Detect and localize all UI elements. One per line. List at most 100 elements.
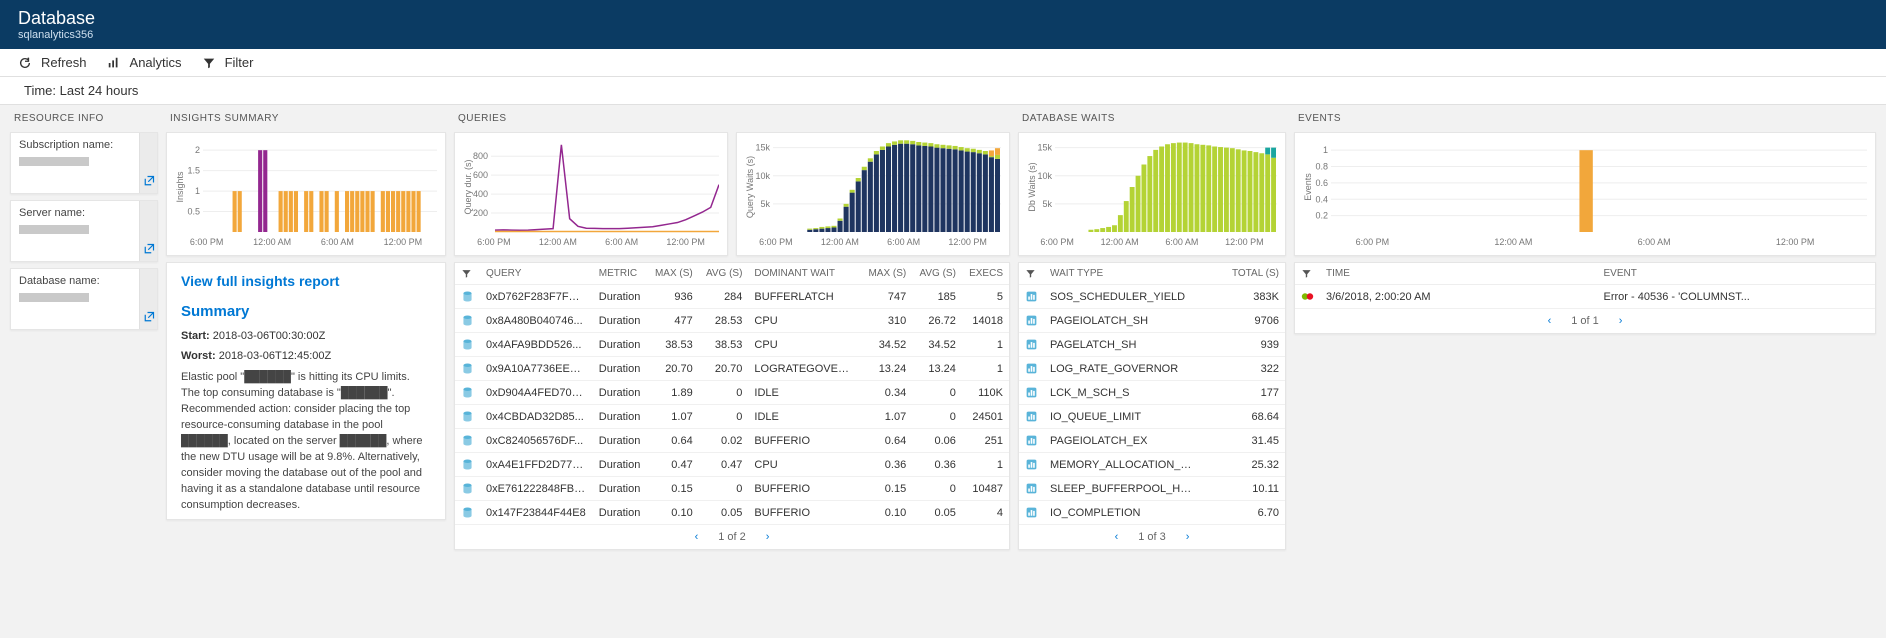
svg-text:Events: Events [1303,173,1313,201]
prev-page[interactable]: ‹ [695,531,699,543]
queries-pager: ‹ 1 of 2 › [455,525,1009,549]
insights-summary: View full insights report Summary Start:… [166,262,446,520]
start-label: Start: [181,330,210,342]
table-row[interactable]: 0xC824056576DF...Duration0.640.02BUFFERI… [455,429,1009,453]
svg-text:15k: 15k [1037,143,1052,153]
svg-text:1.5: 1.5 [187,166,200,176]
svg-text:15k: 15k [755,143,770,153]
table-row[interactable]: SOS_SCHEDULER_YIELD383K [1019,285,1285,309]
redacted-value [19,225,89,234]
analytics-icon [107,56,121,70]
page-header: Database sqlanalytics356 [0,0,1886,49]
pager-label: 1 of 1 [1571,315,1599,327]
toolbar: Refresh Analytics Filter [0,49,1886,77]
section-waits: DATABASE WAITS [1018,111,1286,126]
svg-text:0.6: 0.6 [1315,178,1328,188]
worst-value: 2018-03-06T12:45:00Z [219,350,332,362]
start-value: 2018-03-06T00:30:00Z [213,330,326,342]
svg-text:1: 1 [195,186,200,196]
events-table: TIMEEVENT3/6/2018, 2:00:20 AMError - 405… [1294,262,1876,334]
table-row[interactable]: PAGELATCH_SH939 [1019,333,1285,357]
view-full-report-link[interactable]: View full insights report [181,273,339,289]
analytics-label: Analytics [130,55,182,70]
filter-button[interactable]: Filter [202,55,254,70]
events-chart[interactable]: 0.20.40.60.81Events6:00 PM12:00 AM6:00 A… [1294,132,1876,256]
table-row[interactable]: 0x4CBDAD32D85...Duration1.070IDLE1.07024… [455,405,1009,429]
pager-label: 1 of 3 [1138,531,1166,543]
summary-heading: Summary [181,303,431,320]
table-row[interactable]: 0x147F23844F44E8Duration0.100.05BUFFERIO… [455,501,1009,525]
svg-text:200: 200 [473,208,488,218]
table-row[interactable]: 0xA4E1FFD2D77C...Duration0.470.47CPU0.36… [455,453,1009,477]
table-row[interactable]: 0x9A10A7736EED...Duration20.7020.70LOGRA… [455,357,1009,381]
table-row[interactable]: SLEEP_BUFFERPOOL_HELPLW10.11 [1019,477,1285,501]
svg-text:Query Waits (s): Query Waits (s) [745,156,755,218]
events-pager: ‹ 1 of 1 › [1295,309,1875,333]
svg-text:0.4: 0.4 [1315,194,1328,204]
section-insights: INSIGHTS SUMMARY [166,111,446,126]
resource-subscription[interactable]: Subscription name: [10,132,158,194]
prev-page[interactable]: ‹ [1115,531,1119,543]
open-link-icon[interactable] [139,133,157,193]
table-row[interactable]: IO_QUEUE_LIMIT68.64 [1019,405,1285,429]
svg-text:5k: 5k [760,199,770,209]
filter-icon [202,56,216,70]
next-page[interactable]: › [766,531,770,543]
subscription-label: Subscription name: [19,139,131,151]
prev-page[interactable]: ‹ [1548,315,1552,327]
table-row[interactable]: PAGEIOLATCH_SH9706 [1019,309,1285,333]
svg-text:Query dur. (s): Query dur. (s) [463,159,473,214]
svg-text:0.8: 0.8 [1315,162,1328,172]
table-row[interactable]: MEMORY_ALLOCATION_EXT25.32 [1019,453,1285,477]
table-row[interactable]: 0xE761222848FB8DDuration0.150BUFFERIO0.1… [455,477,1009,501]
svg-text:0.2: 0.2 [1315,211,1328,221]
waits-pager: ‹ 1 of 3 › [1019,525,1285,549]
svg-text:Db Waits (s): Db Waits (s) [1027,162,1037,211]
queries-table: QUERYMETRICMAX (S)AVG (S)DOMINANT WAITMA… [454,262,1010,550]
svg-text:800: 800 [473,151,488,161]
insights-chart[interactable]: 0.511.52Insights6:00 PM12:00 AM6:00 AM12… [166,132,446,256]
table-row[interactable]: LCK_M_SCH_S177 [1019,381,1285,405]
server-label: Server name: [19,207,131,219]
next-page[interactable]: › [1619,315,1623,327]
table-row[interactable]: 0xD904A4FED700...Duration1.890IDLE0.3401… [455,381,1009,405]
svg-text:0.5: 0.5 [187,207,200,217]
refresh-icon [18,56,32,70]
svg-text:2: 2 [195,145,200,155]
section-resource: RESOURCE INFO [10,111,158,126]
analytics-button[interactable]: Analytics [107,55,182,70]
table-row[interactable]: PAGEIOLATCH_EX31.45 [1019,429,1285,453]
table-row[interactable]: 0x8A480B040746...Duration47728.53CPU3102… [455,309,1009,333]
resource-database[interactable]: Database name: [10,268,158,330]
table-row[interactable]: 0x4AFA9BDD526...Duration38.5338.53CPU34.… [455,333,1009,357]
svg-text:10k: 10k [1037,171,1052,181]
open-link-icon[interactable] [139,269,157,329]
open-link-icon[interactable] [139,201,157,261]
next-page[interactable]: › [1186,531,1190,543]
waits-table: WAIT TYPETOTAL (S)SOS_SCHEDULER_YIELD383… [1018,262,1286,550]
refresh-label: Refresh [41,55,87,70]
table-row[interactable]: LOG_RATE_GOVERNOR322 [1019,357,1285,381]
svg-text:10k: 10k [755,171,770,181]
redacted-value [19,293,89,302]
query-waits-chart[interactable]: 5k10k15kQuery Waits (s)6:00 PM12:00 AM6:… [736,132,1010,256]
svg-text:1: 1 [1323,145,1328,155]
insights-para-1: Elastic pool "██████" is hitting its CPU… [181,370,431,513]
svg-text:400: 400 [473,189,488,199]
refresh-button[interactable]: Refresh [18,55,87,70]
query-dur-chart[interactable]: 200400600800Query dur. (s)6:00 PM12:00 A… [454,132,728,256]
page-subtitle: sqlanalytics356 [18,29,1868,41]
time-range[interactable]: Time: Last 24 hours [0,77,1886,105]
database-label: Database name: [19,275,131,287]
section-events: EVENTS [1294,111,1876,126]
table-row[interactable]: 3/6/2018, 2:00:20 AMError - 40536 - 'COL… [1295,285,1875,309]
table-row[interactable]: IO_COMPLETION6.70 [1019,501,1285,525]
resource-server[interactable]: Server name: [10,200,158,262]
db-waits-chart[interactable]: 5k10k15kDb Waits (s)6:00 PM12:00 AM6:00 … [1018,132,1286,256]
pager-label: 1 of 2 [718,531,746,543]
svg-text:5k: 5k [1042,199,1052,209]
table-row[interactable]: 0xD762F283F7FBF5Duration936284BUFFERLATC… [455,285,1009,309]
section-queries: QUERIES [454,111,1010,126]
worst-label: Worst: [181,350,216,362]
svg-text:Insights: Insights [175,171,185,203]
